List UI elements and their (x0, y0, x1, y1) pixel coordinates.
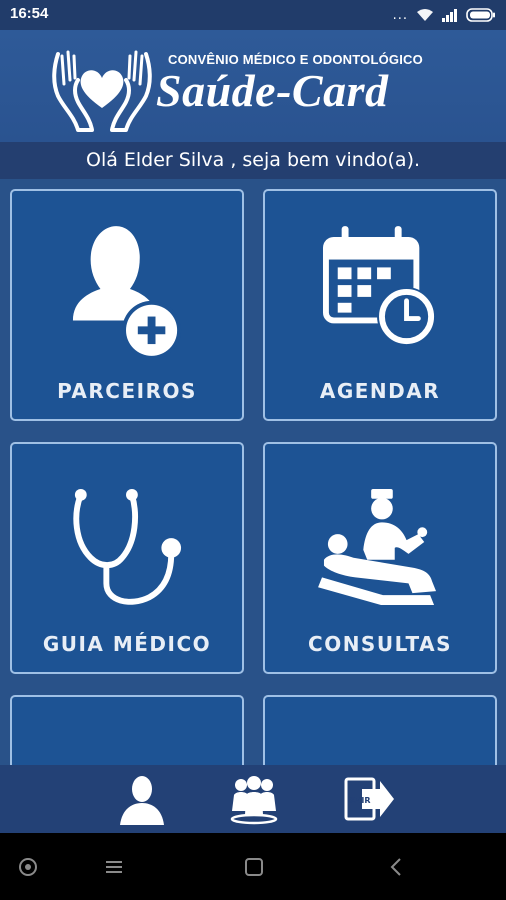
partial-icon (12, 727, 242, 765)
status-time: 16:54 (10, 5, 49, 22)
stethoscope-icon (73, 488, 182, 605)
battery-icon (466, 8, 495, 22)
group-icon (230, 776, 278, 825)
group-button[interactable] (226, 771, 282, 827)
app-screen: 16:54 ... CONVÊNIO MÉDICO E ODONTOLÓGICO… (0, 0, 506, 900)
tile-agendar[interactable]: AGENDAR (263, 189, 497, 421)
tile-label-consultas: CONSULTAS (308, 632, 452, 656)
back-icon[interactable] (382, 853, 410, 881)
exit-icon: SAIR (344, 777, 394, 821)
bottom-nav: SAIR (0, 765, 506, 833)
tile-label-agendar: AGENDAR (319, 379, 441, 403)
exit-button[interactable]: SAIR (340, 771, 396, 827)
dots-icon: ... (392, 7, 408, 23)
tile-parceiros[interactable]: PARCEIROS (10, 189, 244, 421)
user-plus-icon (72, 226, 182, 360)
menu-icon[interactable] (100, 853, 128, 881)
tile-partial-right[interactable] (263, 695, 497, 765)
greeting-text: Olá Elder Silva , seja bem vindo(a). (0, 142, 506, 179)
exit-label: SAIR (349, 796, 370, 805)
home-icon[interactable] (240, 853, 268, 881)
partial-icon (265, 727, 495, 765)
calendar-clock-icon (322, 226, 437, 347)
tile-consultas[interactable]: CONSULTAS (263, 442, 497, 674)
assistant-icon[interactable] (14, 853, 42, 881)
signal-icon (442, 9, 457, 22)
tile-label-guia-medico: GUIA MÉDICO (42, 632, 212, 656)
tile-label-parceiros: PARCEIROS (57, 379, 197, 403)
profile-button[interactable] (114, 771, 170, 827)
tile-partial-left[interactable] (10, 695, 244, 765)
system-nav-bar (0, 833, 506, 900)
doctor-patient-icon (318, 488, 437, 605)
tile-guia-medico[interactable]: GUIA MÉDICO (10, 442, 244, 674)
hands-heart-icon (52, 50, 152, 132)
status-bar: 16:54 ... (0, 0, 506, 30)
brand-name: Saúde-Card (156, 65, 389, 116)
app-header: CONVÊNIO MÉDICO E ODONTOLÓGICO Saúde-Car… (0, 30, 506, 142)
wifi-icon (417, 9, 433, 21)
profile-icon (120, 776, 164, 825)
menu-grid: PARCEIROS AGENDAR GUIA MÉDICO CONSULTAS (0, 179, 506, 765)
status-icons: ... (393, 6, 496, 24)
